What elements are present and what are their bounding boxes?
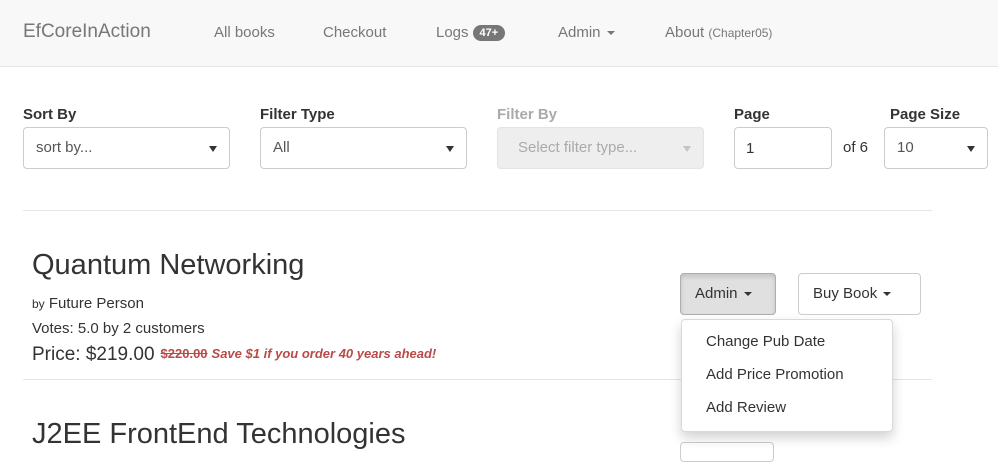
chevron-down-icon (683, 146, 691, 152)
book-title[interactable]: J2EE FrontEnd Technologies (32, 418, 405, 451)
sort-by-label: Sort By (23, 106, 77, 123)
caret-down-icon (606, 31, 615, 36)
nav-all-books[interactable]: All books (214, 24, 275, 41)
page-size-select[interactable]: 10 (884, 127, 988, 169)
book-title[interactable]: Quantum Networking (32, 249, 304, 282)
caret-down-icon (883, 292, 892, 297)
admin-dropdown-button[interactable] (680, 442, 774, 462)
book-votes: Votes: 5.0 by 2 customers (32, 320, 205, 337)
logs-count-badge: 47+ (472, 25, 506, 41)
chevron-down-icon (446, 146, 454, 152)
chevron-down-icon (209, 146, 217, 152)
page-label: Page (734, 106, 770, 123)
buy-book-label: Buy Book (813, 285, 878, 302)
brand-link[interactable]: EfCoreInAction (23, 21, 151, 43)
admin-button-label: Admin (695, 285, 738, 302)
nav-about-chapter: (Chapter05) (708, 26, 773, 40)
menu-item-add-review[interactable]: Add Review (682, 391, 892, 424)
filter-type-label: Filter Type (260, 106, 335, 123)
nav-about[interactable]: About (Chapter05) (665, 24, 772, 41)
menu-item-add-price-promotion[interactable]: Add Price Promotion (682, 358, 892, 391)
filter-type-value: All (273, 139, 290, 156)
nav-admin-dropdown[interactable]: Admin (558, 24, 615, 41)
book-price-line: Price: $219.00 $220.00 Save $1 if you orde… (32, 344, 436, 366)
caret-down-icon (743, 292, 752, 297)
filter-by-label: Filter By (497, 106, 558, 123)
navbar: EfCoreInAction All books Checkout Logs 47… (0, 0, 998, 67)
author-name: Future Person (48, 295, 144, 312)
menu-item-change-pub-date[interactable]: Change Pub Date (682, 325, 892, 358)
page-size-value: 10 (897, 139, 914, 156)
book-old-price: $220.00 (160, 346, 208, 361)
divider (23, 210, 932, 211)
admin-dropdown-menu: Change Pub Date Add Price Promotion Add … (681, 319, 893, 432)
nav-about-label: About (665, 24, 705, 41)
by-word: by (32, 297, 45, 311)
chevron-down-icon (967, 146, 975, 152)
book-promotion: Save $1 if you order 40 years ahead! (211, 346, 437, 361)
sort-by-value: sort by... (36, 139, 93, 156)
sort-by-select[interactable]: sort by... (23, 127, 230, 169)
nav-admin-label: Admin (558, 24, 601, 41)
nav-logs-label: Logs (436, 24, 469, 41)
book-price: Price: $219.00 (32, 344, 155, 365)
page-number-input[interactable] (734, 127, 832, 169)
admin-dropdown-button[interactable]: Admin (680, 273, 776, 315)
book-author: by Future Person (32, 295, 144, 312)
nav-checkout[interactable]: Checkout (323, 24, 386, 41)
filter-by-value: Select filter type... (518, 139, 638, 156)
buy-book-button[interactable]: Buy Book (798, 273, 921, 315)
nav-logs[interactable]: Logs 47+ (436, 24, 506, 41)
filter-type-select[interactable]: All (260, 127, 467, 169)
page-count-text: of 6 (843, 139, 869, 156)
filter-by-select: Select filter type... (497, 127, 704, 169)
page-size-label: Page Size (890, 106, 961, 123)
